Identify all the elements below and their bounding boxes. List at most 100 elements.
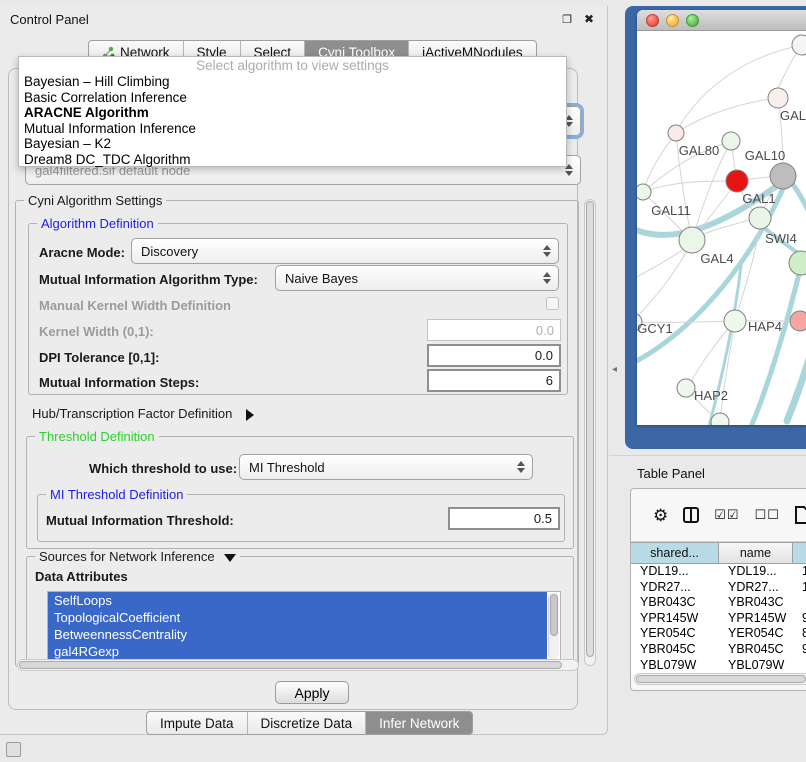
table-row[interactable]: YDR27...YDR27...12 [631,580,806,596]
network-node-gal4[interactable] [679,227,705,253]
attribute-list-item[interactable]: gal4RGexp [48,643,547,660]
algorithm-dropdown-popup: Select algorithm to view settings Bayesi… [18,56,567,167]
node-label: GAL4 [700,251,733,266]
table-row[interactable]: YPR145WYPR145W9. [631,611,806,627]
manual-kernel-checkbox[interactable] [546,297,559,310]
settings-gear-icon[interactable]: ⚙ [653,507,668,524]
network-node[interactable] [711,413,729,425]
attribute-list-item[interactable]: SelfLoops [48,592,547,609]
column-header-name[interactable]: name [719,542,793,564]
cyni-bottom-tab-bar: Impute DataDiscretize DataInfer Network [146,711,473,735]
network-node-hap2[interactable] [677,379,695,397]
sources-group: Sources for Network Inference Data Attri… [26,556,574,668]
table-row[interactable]: YDL19...YDL19...13 [631,564,806,580]
panel-vscrollbar[interactable] [584,199,596,666]
dropdown-option[interactable]: Bayesian – K2 [19,136,566,152]
table-row[interactable]: YBR043CYBR043C [631,595,806,611]
node-label: GAL1 [742,191,775,206]
minimize-window-icon[interactable] [666,14,679,27]
node-label: HAP4 [748,319,782,334]
table-row[interactable]: YER054CYER054C8. [631,626,806,642]
dropdown-option[interactable]: ARACNE Algorithm [19,105,566,121]
network-edge [643,133,676,192]
float-panel-icon[interactable]: ❐ [559,13,575,26]
table-cell: YBR043C [719,595,793,611]
network-node-gal11[interactable] [637,184,651,200]
network-edge [676,98,778,133]
network-node-gal10[interactable] [722,132,740,150]
deselect-all-icon[interactable]: ☐☐ [755,507,780,523]
mi-type-combo[interactable]: Naive Bayes [275,265,559,291]
network-node-gal[interactable] [768,88,788,108]
dropdown-option[interactable]: Basic Correlation Inference [19,90,566,106]
table-panel-section: Table Panel ⚙ ☑☑ ☐☐ shared...name YDL19.… [609,455,806,762]
tab-infer-network[interactable]: Infer Network [366,712,472,734]
network-edge [787,331,806,421]
table-cell: 12 [793,580,806,596]
attribute-list-item[interactable]: BetweennessCentrality [48,626,547,643]
aracne-mode-combo[interactable]: Discovery [131,238,559,264]
kernel-width-field[interactable]: 0.0 [427,319,561,341]
combo-stepper-icon [517,461,525,473]
which-threshold-combo[interactable]: MI Threshold [239,454,533,480]
table-toolbar: ⚙ ☑☑ ☐☐ [631,489,806,542]
mi-steps-field[interactable]: 6 [427,369,561,392]
table-row[interactable]: YBL079WYBL079W [631,658,806,674]
sources-title-toggle[interactable]: Sources for Network Inference [35,549,240,564]
network-node-hap4[interactable] [724,310,746,332]
hub-definition-toggle[interactable]: Hub/Transcription Factor Definition [32,406,254,421]
node-label: HAP2 [694,388,728,403]
algorithm-definition-group: Algorithm Definition Aracne Mode: Discov… [28,223,568,395]
splitter-collapse-icon[interactable]: ◂ [612,364,617,375]
network-node[interactable] [792,35,806,55]
network-node-swi4[interactable] [789,251,806,275]
column-header[interactable] [793,542,806,564]
network-canvas[interactable]: GALGAL80GAL10GAL1GAL11GAL4SWI4GCY1HAP4YH… [637,31,806,425]
mi-threshold-group: MI Threshold Definition Mutual Informati… [37,494,565,542]
close-panel-icon[interactable]: ✖ [581,12,597,26]
zoom-window-icon[interactable] [686,14,699,27]
mi-threshold-title: MI Threshold Definition [46,487,187,502]
column-header-shared[interactable]: shared... [631,542,719,564]
network-node-gal80[interactable] [668,125,684,141]
expand-arrow-icon [246,409,254,421]
dpi-tolerance-field[interactable]: 0.0 [427,344,561,367]
aracne-mode-label: Aracne Mode: [39,245,125,260]
network-edge [637,241,692,321]
column-selector-icon[interactable] [683,507,699,523]
close-window-icon[interactable] [646,14,659,27]
dropdown-option[interactable]: Dream8 DC_TDC Algorithm [19,152,566,168]
network-node[interactable] [770,163,796,189]
table-panel-window: ⚙ ☑☑ ☐☐ shared...name YDL19...YDL19...13… [630,488,806,691]
table-cell: YDL19... [631,564,719,580]
dpi-tolerance-label: DPI Tolerance [0,1]: [39,350,159,365]
minimized-panel-icon[interactable] [6,742,21,757]
table-hscrollbar[interactable] [634,673,806,685]
network-node-y[interactable] [790,311,806,331]
attribute-list-item[interactable]: TopologicalCoefficient [48,609,547,626]
table-row[interactable]: YBR045CYBR045C9. [631,642,806,658]
table-cell: YPR145W [631,611,719,627]
apply-button[interactable]: Apply [275,681,349,704]
select-all-icon[interactable]: ☑☑ [714,507,739,523]
dropdown-option[interactable]: Bayesian – Hill Climbing [19,74,566,90]
attributes-scrollbar[interactable] [548,593,559,659]
data-attributes-list[interactable]: SelfLoopsTopologicalCoefficientBetweenne… [47,591,561,661]
mi-threshold-field[interactable]: 0.5 [448,507,560,530]
collapse-arrow-icon [224,554,236,562]
table-panel-title: Table Panel [637,466,705,481]
table-cell: YER054C [631,626,719,642]
table-cell: YDR27... [631,580,719,596]
table-cell [793,595,806,611]
mi-threshold-label: Mutual Information Threshold: [46,513,234,528]
kernel-width-value: 0.0 [536,323,554,338]
table-cell: YBL079W [719,658,793,674]
tab-impute-data[interactable]: Impute Data [147,712,248,734]
document-icon[interactable] [795,506,806,524]
settings-hscrollbar[interactable] [17,659,579,671]
tab-discretize-data[interactable]: Discretize Data [248,712,367,734]
table-cell: 9. [793,611,806,627]
dropdown-option[interactable]: Mutual Information Inference [19,121,566,137]
network-node[interactable] [726,170,748,192]
network-node-gal1[interactable] [749,207,771,229]
